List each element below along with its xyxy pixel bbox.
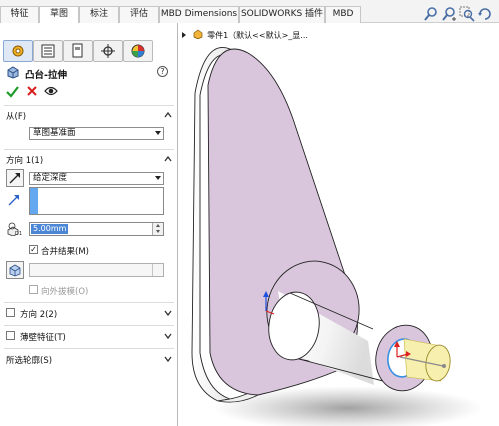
display-manager-tab[interactable] xyxy=(123,40,153,62)
cancel-x-icon[interactable] xyxy=(26,85,38,97)
section-selected-contours-header[interactable]: 所选轮廓(S) xyxy=(2,353,175,367)
draft-angle-spinner xyxy=(152,264,163,276)
extrude-drag-handle[interactable] xyxy=(442,364,446,368)
separator xyxy=(4,149,174,150)
model-view xyxy=(191,47,483,426)
draft-angle-input xyxy=(29,263,164,277)
start-condition-select[interactable]: 草图基准面 xyxy=(29,127,164,140)
preview-eye-icon[interactable] xyxy=(44,85,58,97)
chevron-up-icon[interactable] xyxy=(164,155,172,163)
separator xyxy=(4,325,174,326)
selection-highlight xyxy=(30,188,38,214)
draft-toggle-button[interactable] xyxy=(6,261,24,279)
thin-feature-checkbox[interactable] xyxy=(6,331,15,340)
direction2-checkbox[interactable] xyxy=(6,308,15,317)
section-from-header[interactable]: 从(F) xyxy=(2,109,175,123)
tab-features[interactable]: 特征 xyxy=(0,6,39,23)
separator xyxy=(4,105,174,106)
depth-value: 5.00mm xyxy=(31,224,69,234)
display-manager-icon xyxy=(131,44,145,58)
ok-check-icon[interactable] xyxy=(6,85,19,98)
chevron-down-icon[interactable] xyxy=(164,355,172,363)
end-condition-value: 给定深度 xyxy=(33,173,68,183)
end-condition-select[interactable]: 给定深度 xyxy=(29,172,164,185)
direction-selection-box[interactable] xyxy=(29,187,164,215)
view-toolbar xyxy=(423,6,495,22)
reverse-direction-icon xyxy=(9,173,20,184)
graphics-area[interactable]: 零件1（默认<<默认>_显... xyxy=(178,23,499,426)
feature-title: 凸台-拉伸 xyxy=(25,70,67,81)
feature-header: 凸台-拉伸 ? xyxy=(6,64,174,81)
separator xyxy=(4,348,174,349)
extrude-boss-icon xyxy=(7,66,19,79)
section-direction1-header[interactable]: 方向 1(1) xyxy=(2,153,175,167)
merge-result-checkbox[interactable]: ✓ xyxy=(29,245,38,254)
feature-manager-icon xyxy=(12,45,24,57)
depth-icon: D1 xyxy=(7,222,22,236)
dimxpert-tab[interactable] xyxy=(93,40,123,62)
property-manager-icon xyxy=(41,44,55,58)
separator xyxy=(4,302,174,303)
tab-evaluate[interactable]: 评估 xyxy=(119,6,159,23)
search-plus-icon[interactable] xyxy=(441,6,457,22)
chevron-up-icon[interactable] xyxy=(164,111,172,119)
dimxpert-icon xyxy=(101,44,115,58)
chevron-down-icon[interactable] xyxy=(164,309,172,317)
property-manager-tab[interactable] xyxy=(33,40,63,62)
svg-text:D1: D1 xyxy=(15,231,22,236)
tab-sketch[interactable]: 草图 xyxy=(39,6,79,24)
reverse-direction-button[interactable] xyxy=(6,169,24,187)
chevron-down-icon xyxy=(155,176,161,180)
depth-input[interactable]: 5.00mm xyxy=(29,222,164,236)
configuration-manager-tab[interactable] xyxy=(63,40,93,62)
property-manager: 凸台-拉伸 ? 从(F) 草图基准面 方向 1(1) 给定深度 D1 5.00m… xyxy=(0,23,178,426)
section-direction2-title: 方向 2(2) xyxy=(20,310,58,320)
section-thin-feature-title: 薄壁特征(T) xyxy=(20,333,66,343)
section-direction1-title: 方向 1(1) xyxy=(6,156,44,166)
command-manager-tabs: 特征 草图 标注 评估 MBD Dimensions SOLIDWORKS 插件… xyxy=(0,0,499,24)
feature-manager-tab[interactable] xyxy=(3,40,33,62)
tab-mbd[interactable]: MBD xyxy=(325,6,361,23)
draft-outward-label: 向外拔模(O) xyxy=(41,287,89,297)
chevron-down-icon[interactable] xyxy=(164,332,172,340)
section-direction2-header[interactable]: 方向 2(2) xyxy=(2,307,175,321)
panel-tabs xyxy=(0,40,178,66)
draft-icon xyxy=(9,264,21,277)
depth-spinner[interactable] xyxy=(152,223,163,235)
help-icon[interactable]: ? xyxy=(157,66,168,77)
tab-solidworks-addins[interactable]: SOLIDWORKS 插件 xyxy=(239,6,325,23)
tab-annotation[interactable]: 标注 xyxy=(79,6,119,23)
draft-outward-checkbox xyxy=(29,285,38,294)
start-condition-value: 草图基准面 xyxy=(33,128,76,138)
section-thin-feature-header[interactable]: 薄壁特征(T) xyxy=(2,330,175,344)
chevron-down-icon xyxy=(155,131,161,135)
zoom-area-icon[interactable] xyxy=(459,6,475,22)
merge-result-label: 合并结果(M) xyxy=(41,247,89,257)
rotate-view-icon[interactable] xyxy=(477,6,493,22)
direction-vector-icon xyxy=(8,195,19,206)
section-selected-contours-title: 所选轮廓(S) xyxy=(6,356,53,366)
tab-mbd-dimensions[interactable]: MBD Dimensions xyxy=(159,6,239,23)
action-buttons xyxy=(6,83,66,99)
section-from-title: 从(F) xyxy=(6,112,27,122)
configuration-manager-icon xyxy=(72,43,83,58)
search-icon[interactable] xyxy=(423,6,439,22)
